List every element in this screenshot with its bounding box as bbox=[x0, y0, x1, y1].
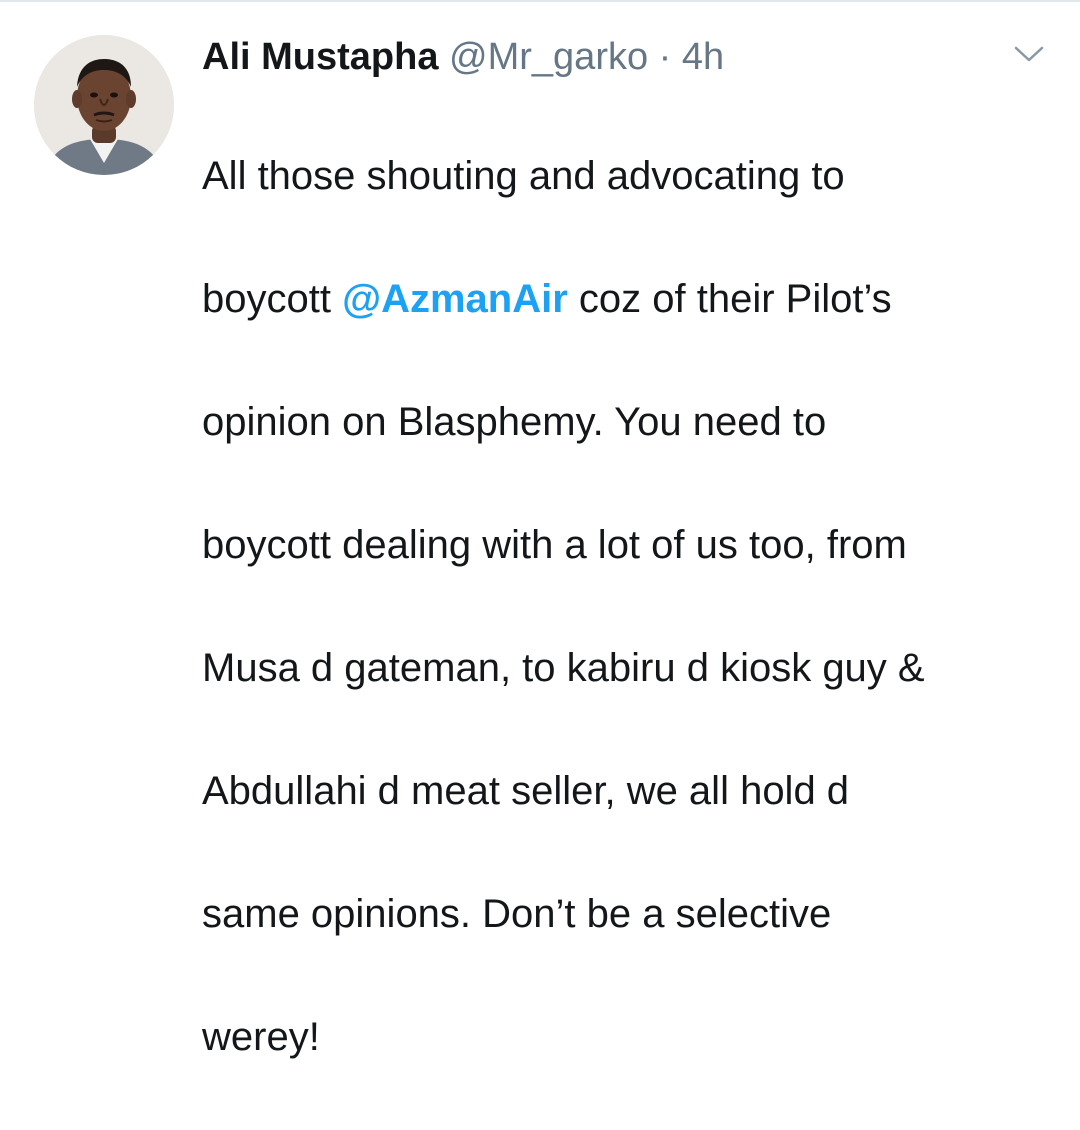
avatar[interactable] bbox=[34, 35, 174, 175]
tweet-card[interactable]: Ali Mustapha @Mr_garko · 4h All those sh… bbox=[0, 0, 1080, 1059]
tweet-line: All those shouting and advocating to bbox=[202, 153, 845, 198]
tweet-text-segment: coz of their Pilot’s bbox=[567, 276, 892, 321]
tweet-line: opinion on Blasphemy. You need to bbox=[202, 399, 827, 444]
tweet-text-segment: boycott bbox=[202, 276, 343, 321]
tweet-text: All those shouting and advocating to boy… bbox=[202, 84, 1052, 1130]
tweet-line: Musa d gateman, to kabiru d kiosk guy & bbox=[202, 645, 925, 690]
tweet-line: werey! bbox=[202, 1014, 320, 1059]
tweet-line: same opinions. Don’t be a selective bbox=[202, 891, 832, 936]
author-handle[interactable]: @Mr_garko bbox=[449, 36, 648, 78]
separator-dot: · bbox=[658, 36, 672, 78]
tweet-header: Ali Mustapha @Mr_garko · 4h bbox=[202, 32, 724, 82]
avatar-portrait bbox=[34, 35, 174, 175]
chevron-down-icon[interactable] bbox=[1010, 40, 1048, 68]
tweet-line: boycott @AzmanAir coz of their Pilot’s bbox=[202, 269, 1052, 331]
tweet-line: Abdullahi d meat seller, we all hold d bbox=[202, 768, 850, 813]
timestamp[interactable]: 4h bbox=[682, 36, 724, 78]
author-name[interactable]: Ali Mustapha bbox=[202, 36, 438, 78]
mention-link[interactable]: @AzmanAir bbox=[342, 277, 568, 321]
